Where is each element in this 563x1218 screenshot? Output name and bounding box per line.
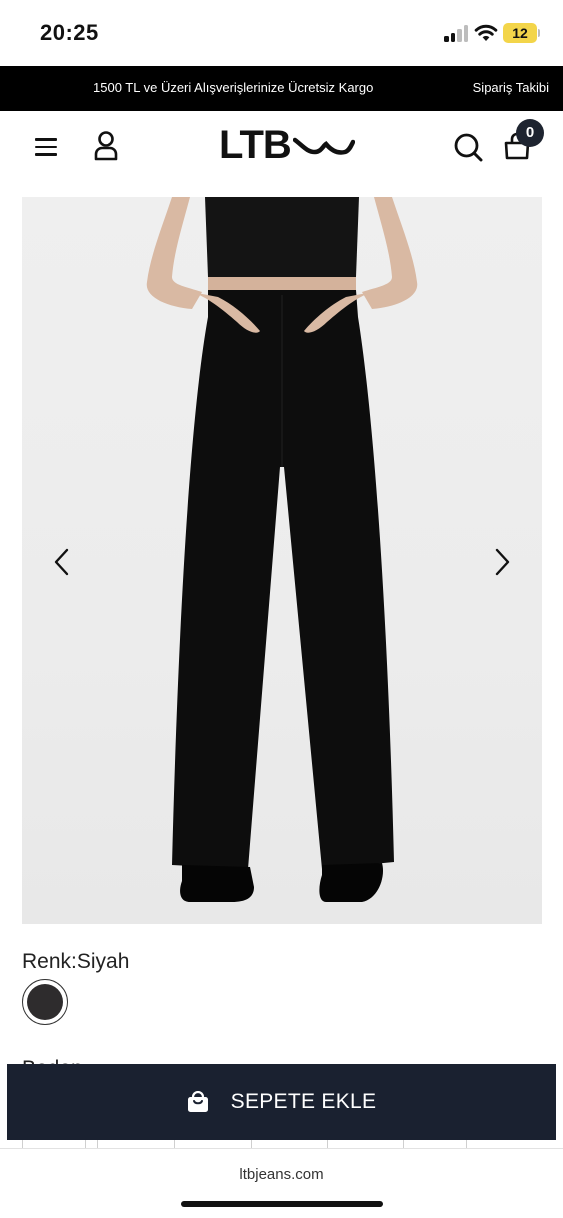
size-options-strip — [22, 1140, 542, 1148]
color-swatch-fill — [27, 984, 63, 1020]
browser-address-bar: ltbjeans.com — [0, 1148, 563, 1218]
status-time: 20:25 — [40, 20, 99, 45]
chevron-right-icon[interactable] — [490, 548, 514, 576]
jeans-photo — [146, 197, 418, 902]
color-label: Renk:Siyah — [22, 950, 130, 973]
battery-icon: 12 — [503, 23, 537, 43]
battery-level: 12 — [512, 25, 528, 41]
product-image[interactable] — [22, 197, 542, 924]
url-text[interactable]: ltbjeans.com — [0, 1166, 563, 1183]
site-header: LTB 0 — [0, 111, 563, 183]
add-to-cart-button[interactable]: SEPETE EKLE — [7, 1064, 556, 1140]
status-bar: 20:25 12 — [0, 0, 563, 66]
menu-icon[interactable] — [35, 138, 57, 156]
chevron-left-icon[interactable] — [50, 548, 74, 576]
home-indicator[interactable] — [181, 1201, 383, 1207]
add-to-cart-label: SEPETE EKLE — [230, 1090, 377, 1113]
wifi-icon — [474, 24, 498, 41]
cellular-signal-icon — [444, 24, 470, 42]
search-icon[interactable] — [453, 132, 483, 162]
site-logo[interactable]: LTB — [219, 121, 355, 169]
order-tracking-link[interactable]: Sipariş Takibi — [473, 80, 549, 95]
color-swatch-black[interactable] — [22, 979, 68, 1025]
shopping-bag-icon — [187, 1091, 208, 1112]
cart-count-badge[interactable]: 0 — [516, 119, 544, 147]
announcement-bar: 1500 TL ve Üzeri Alışverişlerinize Ücret… — [0, 66, 563, 111]
battery-tip — [538, 29, 540, 37]
user-icon[interactable] — [94, 131, 118, 161]
free-shipping-text: 1500 TL ve Üzeri Alışverişlerinize Ücret… — [93, 80, 374, 95]
logo-wave-icon — [292, 137, 355, 155]
logo-text: LTB — [219, 122, 292, 167]
